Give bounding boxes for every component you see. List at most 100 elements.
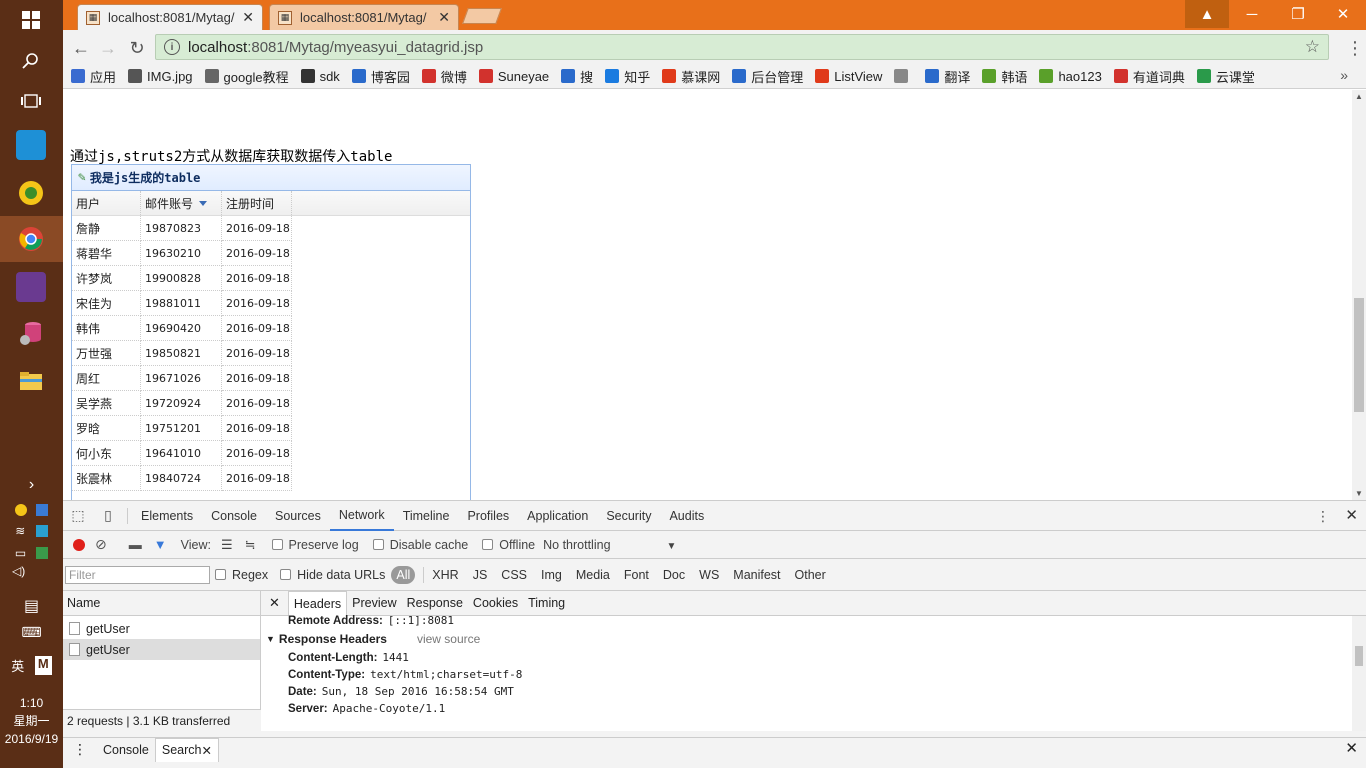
close-tab-icon[interactable]: ✕ — [201, 743, 211, 758]
drawer-menu-icon[interactable]: ⋮ — [63, 741, 97, 758]
tray-app-icon[interactable] — [14, 504, 27, 516]
overview-icon[interactable]: ≒ — [245, 537, 256, 553]
regex-checkbox[interactable] — [215, 569, 226, 580]
bookmark-item[interactable]: 后台管理 — [732, 67, 803, 86]
bookmark-item[interactable]: sdk — [300, 69, 340, 84]
table-row[interactable]: 许梦岚 19900828 2016-09-18 — [72, 266, 470, 291]
windows-start-icon[interactable] — [16, 5, 46, 35]
filter-icon[interactable]: ▼ — [154, 537, 167, 552]
column-header-date[interactable]: 注册时间 — [222, 191, 292, 215]
filter-type-button[interactable]: Font — [624, 568, 649, 582]
filter-type-button[interactable]: CSS — [501, 568, 527, 582]
devtools-tab[interactable]: Audits — [660, 501, 713, 531]
devtools-tab[interactable]: Network — [329, 501, 394, 531]
table-row[interactable]: 宋佳为 19881011 2016-09-18 — [72, 291, 470, 316]
scroll-up-icon[interactable]: ▲ — [1355, 92, 1363, 101]
detail-tab[interactable]: Headers — [287, 590, 348, 616]
browser-tab-1[interactable]: ▦ localhost:8081/Mytag/ ✕ — [77, 4, 263, 30]
hide-data-urls-checkbox[interactable] — [280, 569, 292, 580]
detail-tab[interactable]: Timing — [523, 591, 570, 616]
tab-close-icon[interactable]: ✕ — [242, 9, 254, 26]
bookmark-item[interactable]: 博客园 — [351, 67, 410, 86]
ime-mode-icon[interactable]: M — [34, 656, 52, 675]
inspect-element-icon[interactable]: ⬚ — [63, 507, 93, 524]
table-row[interactable]: 罗晗 19751201 2016-09-18 — [72, 416, 470, 441]
devtools-close-icon[interactable]: ✕ — [1345, 506, 1358, 524]
bookmark-item[interactable]: 知乎 — [605, 67, 650, 86]
bookmark-item[interactable]: 慕课网 — [662, 67, 720, 86]
filter-type-button[interactable]: Manifest — [733, 568, 780, 582]
chrome-icon[interactable] — [16, 224, 46, 254]
drawer-tab[interactable]: Search ✕ — [154, 737, 219, 762]
page-scrollbar-thumb[interactable] — [1354, 298, 1364, 412]
bookmark-item[interactable]: 搜 — [561, 67, 593, 86]
browser-tab-2[interactable]: ▦ localhost:8081/Mytag/ ✕ — [269, 4, 459, 30]
clear-icon[interactable]: ⊘ — [95, 536, 107, 553]
search-icon[interactable] — [16, 46, 46, 76]
devtools-tab[interactable]: Timeline — [394, 501, 459, 531]
filter-input[interactable]: Filter — [65, 565, 210, 584]
large-rows-icon[interactable]: ☰ — [221, 537, 233, 553]
request-row[interactable]: getUser — [63, 618, 260, 639]
table-row[interactable]: 蒋碧华 19630210 2016-09-18 — [72, 241, 470, 266]
eclipse-icon[interactable] — [16, 272, 46, 302]
detail-tab[interactable]: Response — [402, 591, 468, 616]
offline-checkbox[interactable] — [482, 539, 494, 550]
disable-cache-checkbox[interactable] — [372, 539, 384, 550]
close-detail-icon[interactable]: ✕ — [261, 595, 288, 611]
maximize-button[interactable]: ❐ — [1275, 0, 1321, 28]
filter-type-button[interactable]: JS — [473, 568, 488, 582]
task-view-icon[interactable] — [16, 86, 46, 116]
devtools-tab[interactable]: Application — [518, 501, 597, 531]
bookmark-item[interactable]: hao123 — [1039, 69, 1102, 84]
bookmark-item[interactable]: google教程 — [204, 67, 289, 86]
table-row[interactable]: 张震林 19840724 2016-09-18 — [72, 466, 470, 491]
shield-icon[interactable] — [36, 504, 49, 516]
filter-type-button[interactable]: Other — [795, 568, 826, 582]
volume-icon[interactable]: ◁) — [0, 564, 63, 586]
bookmark-star-icon[interactable]: ☆ — [1305, 37, 1320, 57]
bookmark-item[interactable]: ListView — [815, 69, 882, 84]
bookmark-item[interactable]: IMG.jpg — [128, 69, 193, 84]
request-row-selected[interactable]: getUser — [63, 639, 260, 660]
minimize-button[interactable]: ─ — [1229, 0, 1275, 28]
bookmark-item[interactable]: 有道词典 — [1113, 67, 1185, 86]
table-row[interactable]: 何小东 19641010 2016-09-18 — [72, 441, 470, 466]
table-row[interactable]: 周红 19671026 2016-09-18 — [72, 366, 470, 391]
table-row[interactable]: 万世强 19850821 2016-09-18 — [72, 341, 470, 366]
devtools-tab[interactable]: Elements — [132, 501, 202, 531]
new-tab-button[interactable] — [462, 8, 502, 24]
detail-tab[interactable]: Cookies — [468, 591, 523, 616]
battery-icon[interactable]: ▭ — [15, 546, 26, 560]
chrome-menu-icon[interactable]: ⋮ — [1346, 38, 1364, 59]
database-tool-icon[interactable] — [16, 318, 46, 348]
keyboard-icon[interactable]: ⌨ — [0, 624, 63, 641]
wechat-tray-icon[interactable] — [36, 547, 49, 559]
file-explorer-icon[interactable] — [16, 366, 46, 396]
view-source-link[interactable]: view source — [417, 632, 480, 646]
page-scrollbar[interactable]: ▲ ▼ — [1352, 90, 1366, 500]
bookmark-item[interactable]: 微博 — [421, 67, 467, 86]
response-headers-section[interactable]: ▼ Response Headers view source — [261, 629, 1366, 649]
tab-close-icon[interactable]: ✕ — [438, 9, 450, 26]
ime-indicator[interactable]: 英 — [11, 656, 24, 675]
tray-expand-icon[interactable]: › — [0, 476, 63, 494]
wifi-icon[interactable]: ≋ — [15, 524, 25, 538]
filter-all-button[interactable]: All — [391, 565, 416, 584]
preserve-log-checkbox[interactable] — [271, 539, 283, 550]
bookmarks-overflow-icon[interactable]: » — [1340, 67, 1348, 83]
reload-button[interactable]: ↻ — [124, 35, 150, 61]
bookmark-item[interactable]: Suneyae — [478, 69, 549, 84]
bookmark-item[interactable]: 翻译 — [925, 67, 970, 86]
close-window-button[interactable]: ✕ — [1320, 0, 1366, 28]
forward-button[interactable]: → — [95, 35, 121, 61]
qq-tray-icon[interactable] — [35, 525, 48, 537]
column-header-email[interactable]: 邮件账号 — [141, 191, 222, 215]
detail-scrollbar-thumb[interactable] — [1355, 646, 1363, 666]
throttling-select[interactable]: No throttling ▼ — [543, 538, 676, 552]
detail-tab[interactable]: Preview — [347, 591, 401, 616]
site-info-icon[interactable]: i — [164, 39, 180, 55]
detail-scrollbar[interactable] — [1352, 616, 1366, 731]
bookmark-item[interactable] — [894, 69, 913, 83]
column-header-user[interactable]: 用户 — [72, 191, 141, 215]
